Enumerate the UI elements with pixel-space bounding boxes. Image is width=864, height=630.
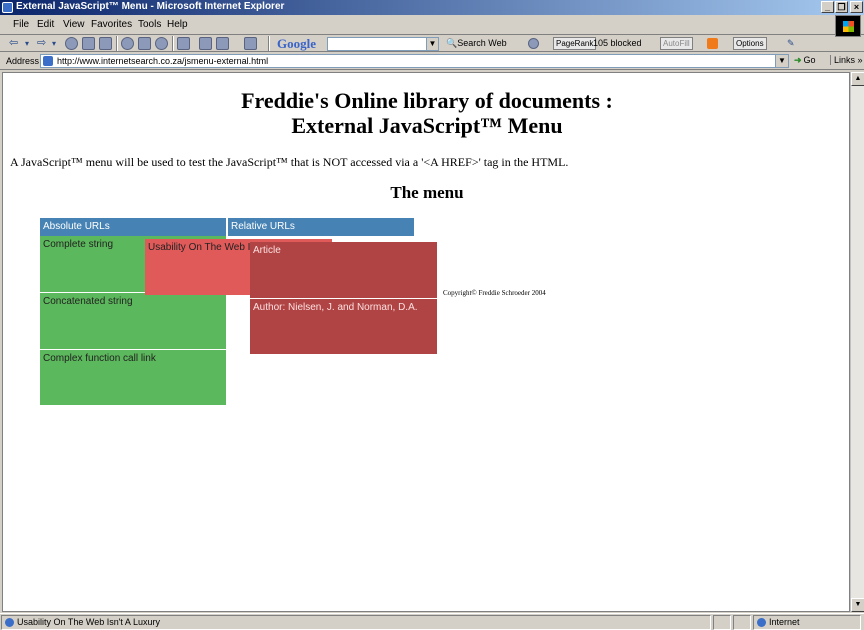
submenu-item-author[interactable]: Author: Nielsen, J. and Norman, D.A. [250,299,437,355]
forward-dropdown-icon[interactable]: ▾ [52,39,56,48]
edit-icon[interactable] [216,37,229,50]
window-title: External JavaScript™ Menu - Microsoft In… [16,1,285,12]
menu-item-concatenated-string[interactable]: Concatenated string [40,293,226,350]
security-zone: Internet [753,615,861,630]
forward-icon[interactable]: ⇨ [37,36,46,49]
ie-icon [2,2,13,13]
status-pane-empty [713,615,731,630]
menu-header-relative-urls[interactable]: Relative URLs [228,218,414,236]
menu-header-absolute-urls[interactable]: Absolute URLs [40,218,226,236]
menu-tools[interactable]: Tools [138,19,161,30]
chevron-down-icon[interactable]: ▼ [775,55,788,67]
google-logo[interactable]: Google [277,36,316,52]
scroll-down-icon[interactable]: ▼ [851,598,864,612]
back-dropdown-icon[interactable]: ▾ [25,39,29,48]
back-icon[interactable]: ⇦ [9,36,18,49]
copyright-text: Copyright© Freddie Schroeder 2004 [443,289,546,297]
page-title-line-1: Freddie's Online library of documents : [241,88,613,113]
windows-flag-icon [843,21,854,32]
title-bar[interactable]: External JavaScript™ Menu - Microsoft In… [0,0,864,15]
close-button[interactable]: × [850,1,863,13]
chevron-down-icon[interactable]: ▼ [426,38,438,50]
windows-logo-throbber [835,15,861,37]
toolbar-separator [116,36,118,51]
submenu-item-article[interactable]: Article [250,242,437,299]
security-zone-label: Internet [769,617,800,627]
search-web-icon: 🔍 [446,38,458,48]
go-button[interactable]: ➜ Go [794,55,816,66]
menu-item-complex-function-call[interactable]: Complex function call link [40,350,226,406]
menu-view[interactable]: View [63,19,85,30]
links-button[interactable]: Links » [830,55,863,65]
status-pane-empty [733,615,751,630]
intro-text: A JavaScript™ menu will be used to test … [10,155,569,169]
search-icon[interactable] [121,37,134,50]
autofill-button[interactable]: AutoFill [660,37,693,50]
options-button[interactable]: Options [733,37,767,50]
go-arrow-icon: ➜ [794,55,802,65]
go-label: Go [803,55,816,65]
standard-toolbar: ⇦ ▾ ⇨ ▾ Google ▼ 🔍Search Web PageRank 10… [0,35,864,52]
discuss-icon[interactable] [244,37,257,50]
status-bar: Usability On The Web Isn't A Luxury Inte… [0,613,864,630]
print-icon[interactable] [199,37,212,50]
address-url[interactable]: http://www.internetsearch.co.za/jsmenu-e… [57,56,268,66]
mail-icon[interactable] [177,37,190,50]
search-web-label: Search Web [457,38,507,48]
menu-file[interactable]: File [13,19,29,30]
popup-blocked-button[interactable]: 105 blocked [593,38,642,48]
stop-icon[interactable] [65,37,78,50]
scroll-up-icon[interactable]: ▲ [851,72,864,86]
address-bar: Address http://www.internetsearch.co.za/… [0,52,864,70]
vertical-scrollbar[interactable]: ▲ ▼ [850,72,864,612]
page-icon [43,56,53,66]
history-icon[interactable] [155,37,168,50]
page-title: Freddie's Online library of documents : … [3,88,849,138]
google-search-input[interactable]: ▼ [327,37,439,51]
menu-heading: The menu [390,183,464,202]
menu-favorites[interactable]: Favorites [91,19,132,30]
favorites-icon[interactable] [138,37,151,50]
blogger-icon[interactable] [707,38,718,49]
page-status-icon [5,618,14,628]
globe-icon [757,618,766,628]
status-message-text: Usability On The Web Isn't A Luxury [17,617,160,627]
browser-window: External JavaScript™ Menu - Microsoft In… [0,0,864,630]
gear-icon[interactable] [528,38,539,49]
page-content: Freddie's Online library of documents : … [2,72,850,612]
pagerank-indicator[interactable]: PageRank [553,37,597,50]
page-title-line-2: External JavaScript™ Menu [291,113,563,138]
menu-help[interactable]: Help [167,19,188,30]
search-web-button[interactable]: 🔍Search Web [446,38,507,49]
refresh-icon[interactable] [82,37,95,50]
restore-button[interactable]: ❐ [835,1,848,13]
pencil-icon[interactable]: ✎ [787,38,795,49]
toolbar-separator [268,36,270,51]
address-label: Address [6,56,40,66]
toolbar-separator [172,36,174,51]
menu-bar: File Edit View Favorites Tools Help [0,15,864,35]
status-message: Usability On The Web Isn't A Luxury [1,615,711,630]
address-input[interactable]: http://www.internetsearch.co.za/jsmenu-e… [40,54,789,68]
minimize-button[interactable]: _ [821,1,834,13]
menu-edit[interactable]: Edit [37,19,54,30]
home-icon[interactable] [99,37,112,50]
